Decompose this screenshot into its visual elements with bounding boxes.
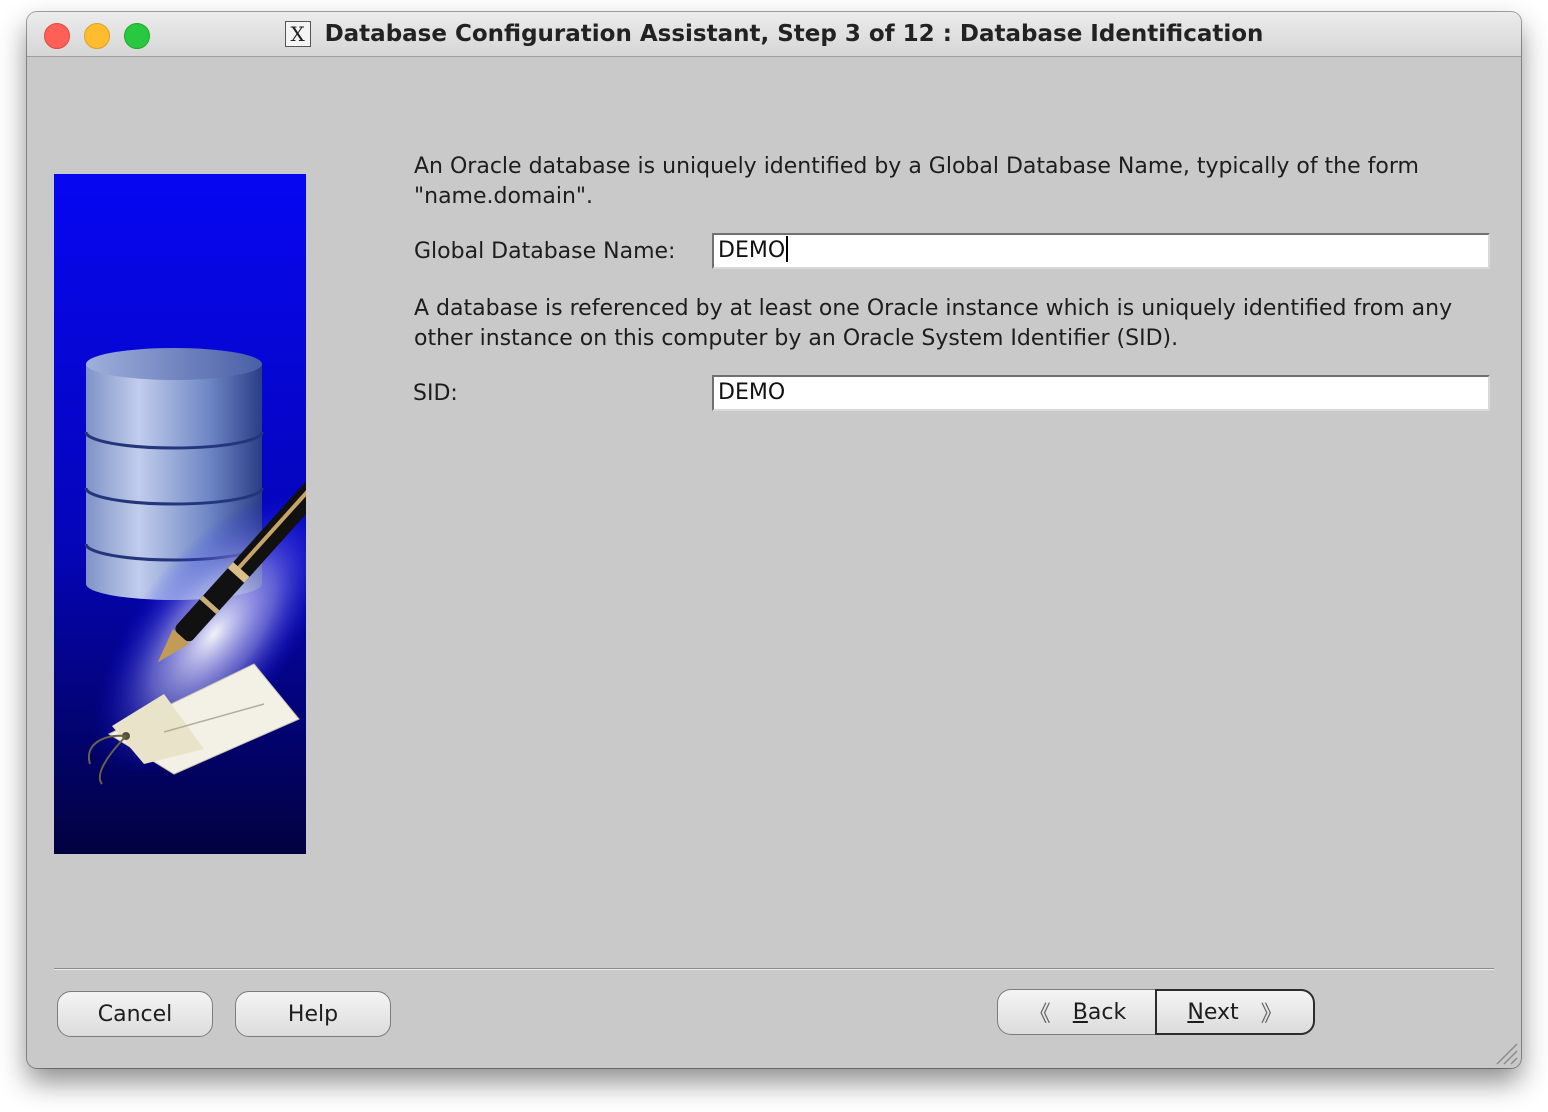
help-label: Help	[287, 1001, 339, 1027]
title-container: X Database Configuration Assistant, Step…	[27, 12, 1521, 56]
title-bar[interactable]: X Database Configuration Assistant, Step…	[27, 12, 1521, 57]
back-button[interactable]: 《 Back	[997, 989, 1157, 1035]
global-database-name-value: DEMO	[718, 238, 786, 263]
cancel-label: Cancel	[97, 1001, 173, 1027]
sid-input[interactable]: DEMO	[712, 375, 1490, 411]
window-title: Database Configuration Assistant, Step 3…	[324, 21, 1264, 47]
next-button[interactable]: Next 》	[1155, 989, 1315, 1035]
next-arrow-icon: 》	[1260, 1002, 1283, 1027]
back-arrow-icon: 《	[1028, 1002, 1051, 1027]
back-label: Back	[1072, 999, 1127, 1025]
sid-intro-text: A database is referenced by at least one…	[414, 296, 1453, 351]
global-database-name-input[interactable]: DEMO	[712, 233, 1490, 269]
cancel-button[interactable]: Cancel	[57, 991, 213, 1037]
dbca-window: X Database Configuration Assistant, Step…	[27, 12, 1521, 1068]
text-caret	[786, 236, 789, 262]
x11-app-icon: X	[284, 21, 311, 47]
database-illustration	[54, 174, 306, 854]
sid-value: DEMO	[718, 380, 786, 405]
sid-label: SID:	[413, 381, 458, 406]
help-button[interactable]: Help	[235, 991, 391, 1037]
global-database-name-label: Global Database Name:	[414, 239, 676, 264]
intro-text: An Oracle database is uniquely identifie…	[414, 154, 1419, 209]
resize-grip-icon[interactable]	[1493, 1040, 1519, 1066]
next-label: Next	[1187, 999, 1239, 1025]
footer-separator	[54, 968, 1494, 970]
